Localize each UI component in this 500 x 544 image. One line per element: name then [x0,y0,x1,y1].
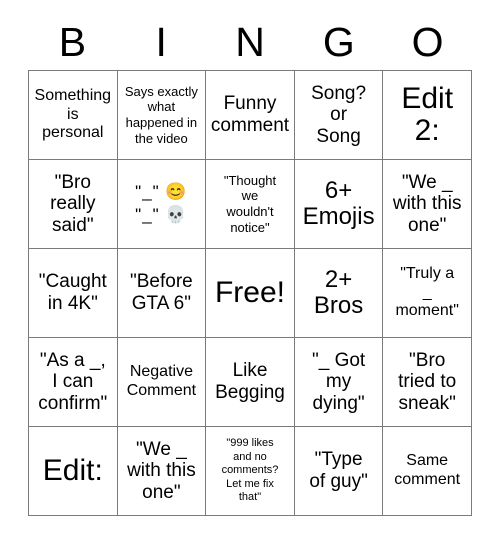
bingo-header-letter-b: B [58,18,87,65]
bingo-cell-g5[interactable]: "Type of guy" [294,427,384,516]
bingo-cell-text: "_ Got my dying" [311,349,366,414]
bingo-cell-i2[interactable]: "_" 😊 "_" 💀 [117,160,207,249]
bingo-cell-i4[interactable]: Negative Comment [117,338,207,427]
bingo-cell-i5[interactable]: "We _ with this one" [117,427,207,516]
bingo-grid: Something is personal Says exactly what … [28,70,472,516]
bingo-cell-i3[interactable]: "Before GTA 6" [117,249,207,338]
bingo-cell-text: Edit: [42,453,103,487]
bingo-cell-o5[interactable]: Same comment [383,427,472,516]
bingo-cell-b1[interactable]: Something is personal [29,71,118,160]
bingo-cell-text: "Before GTA 6" [130,271,193,314]
bingo-cell-i1[interactable]: Says exactly what happened in the video [117,71,207,160]
bingo-cell-text: "We _ with this one" [392,171,462,236]
bingo-cell-free-space[interactable]: Free! [206,249,295,338]
bingo-cell-text: Song? or Song [311,82,367,147]
bingo-cell-text: "Truly a _ moment" [395,265,459,320]
bingo-cell-n2[interactable]: "Thought we wouldn't notice" [206,160,295,249]
bingo-cell-g1[interactable]: Song? or Song [294,71,384,160]
bingo-cell-text: "Thought we wouldn't notice" [223,172,277,235]
bingo-cell-o2[interactable]: "We _ with this one" [383,160,472,249]
bingo-cell-g4[interactable]: "_ Got my dying" [294,338,384,427]
bingo-header-letter-i: I [155,18,167,65]
bingo-cell-text: Like Begging [215,360,285,403]
bingo-cell-n1[interactable]: Funny comment [206,71,295,160]
bingo-cell-b5[interactable]: Edit: [29,427,118,516]
bingo-cell-o3[interactable]: "Truly a _ moment" [383,249,472,338]
bingo-cell-n5[interactable]: "999 likes and no comments? Let me fix t… [206,427,295,516]
bingo-cell-b4[interactable]: "As a _, I can confirm" [29,338,118,427]
bingo-cell-text: "We _ with this one" [127,438,196,503]
bingo-cell-text: Something is personal [34,87,112,142]
bingo-cell-text: Negative Comment [126,363,197,399]
bingo-cell-text: Edit 2: [401,81,454,147]
bingo-header-letter-o: O [411,18,444,65]
bingo-header-letter-n: N [235,18,265,65]
bingo-cell-text: "Bro tried to sneak" [398,349,457,414]
bingo-cell-text-with-emoji: "_" 😊 "_" 💀 [135,182,188,224]
bingo-cell-text: Same comment [394,452,461,488]
bingo-header: B I N G O [28,14,472,70]
bingo-cell-text: "Caught in 4K" [38,271,107,314]
bingo-cell-g2[interactable]: 6+ Emojis [294,160,384,249]
bingo-cell-text: Free! [214,275,285,309]
bingo-cell-text: Funny comment [210,93,290,136]
bingo-card: B I N G O Something is personal Says exa… [0,0,500,544]
bingo-cell-g3[interactable]: 2+ Bros [294,249,384,338]
bingo-cell-text: "Type of guy" [309,449,368,492]
bingo-cell-text: "As a _, I can confirm" [38,349,108,414]
bingo-header-letter-g: G [322,18,355,65]
bingo-cell-o4[interactable]: "Bro tried to sneak" [383,338,472,427]
bingo-cell-text: 6+ Emojis [302,176,375,230]
bingo-cell-o1[interactable]: Edit 2: [383,71,472,160]
bingo-cell-text: 2+ Bros [313,265,364,319]
bingo-cell-b2[interactable]: "Bro really said" [29,160,118,249]
bingo-cell-b3[interactable]: "Caught in 4K" [29,249,118,338]
bingo-cell-text: Says exactly what happened in the video [124,83,198,146]
bingo-cell-text: "999 likes and no comments? Let me fix t… [221,437,279,504]
bingo-cell-text: "Bro really said" [50,171,96,236]
bingo-cell-n4[interactable]: Like Begging [206,338,295,427]
